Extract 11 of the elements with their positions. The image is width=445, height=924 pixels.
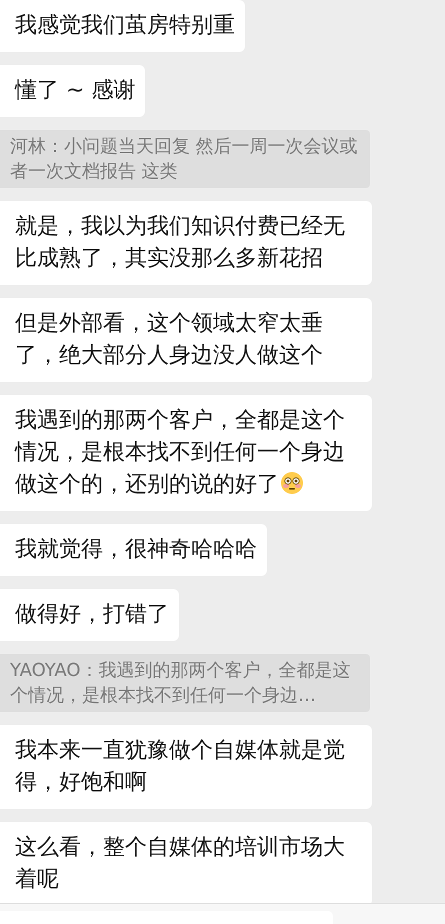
quoted-message: YAOYAO：我遇到的那两个客户，全都是这个情况，是根本找不到任何一个身边…	[0, 654, 370, 712]
message-bubble: 这么看，整个自媒体的培训市场大着呢	[0, 822, 372, 903]
message-bubble: 我本来一直犹豫做个自媒体就是觉得，好饱和啊	[0, 725, 372, 809]
message-bubble: 我遇到的那两个客户，全都是这个情况，是根本找不到任何一个身边做这个的，还别的说的好了	[0, 395, 372, 511]
message-bubble: 我就觉得，很神奇哈哈哈	[0, 524, 267, 576]
message-bubble: 懂了 ~ 感谢	[0, 65, 146, 117]
message-bubble: 做得好，打错了	[0, 589, 179, 641]
message-bubble: 我感觉我们茧房特别重	[0, 0, 245, 52]
message-bubble: 但是外部看，这个领域太窄太垂了，绝大部分人身边没人做这个	[0, 298, 372, 382]
quoted-message: 河林：小问题当天回复 然后一周一次会议或者一次文档报告 这类	[0, 130, 370, 188]
message-bubble: 就是，我以为我们知识付费已经无比成熟了，其实没那么多新花招	[0, 201, 372, 285]
